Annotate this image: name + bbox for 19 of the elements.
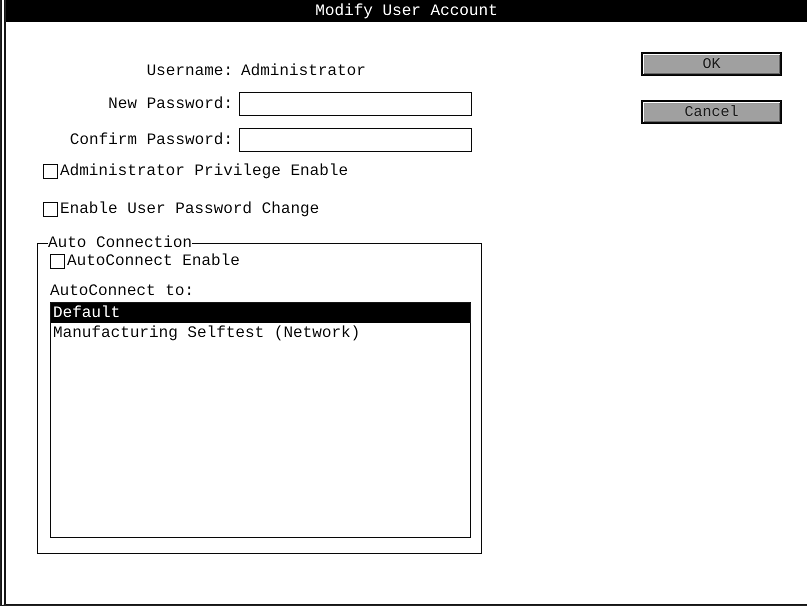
checkbox[interactable] [43, 164, 58, 178]
field-label: Confirm Password: [70, 131, 234, 149]
checkbox[interactable] [43, 202, 58, 216]
password-field[interactable] [239, 128, 472, 152]
list-item[interactable]: Manufacturing Selftest (Network) [51, 323, 470, 343]
list-item[interactable]: Default [51, 303, 470, 323]
checkbox-label[interactable]: Administrator Privilege Enable [60, 162, 348, 180]
dialog-button[interactable]: Cancel [641, 100, 782, 124]
group-title: Auto Connection [48, 234, 192, 252]
password-field[interactable] [239, 92, 472, 116]
list-label: AutoConnect to: [50, 282, 196, 300]
window-title: Modify User Account [6, 0, 807, 22]
checkbox[interactable] [50, 254, 65, 268]
username-label: Username: [146, 62, 234, 80]
dialog-button[interactable]: OK [641, 52, 782, 76]
checkbox-label[interactable]: AutoConnect Enable [67, 252, 240, 270]
checkbox-label[interactable]: Enable User Password Change [60, 200, 320, 218]
username-value: Administrator [240, 62, 367, 80]
field-label: New Password: [108, 95, 234, 113]
